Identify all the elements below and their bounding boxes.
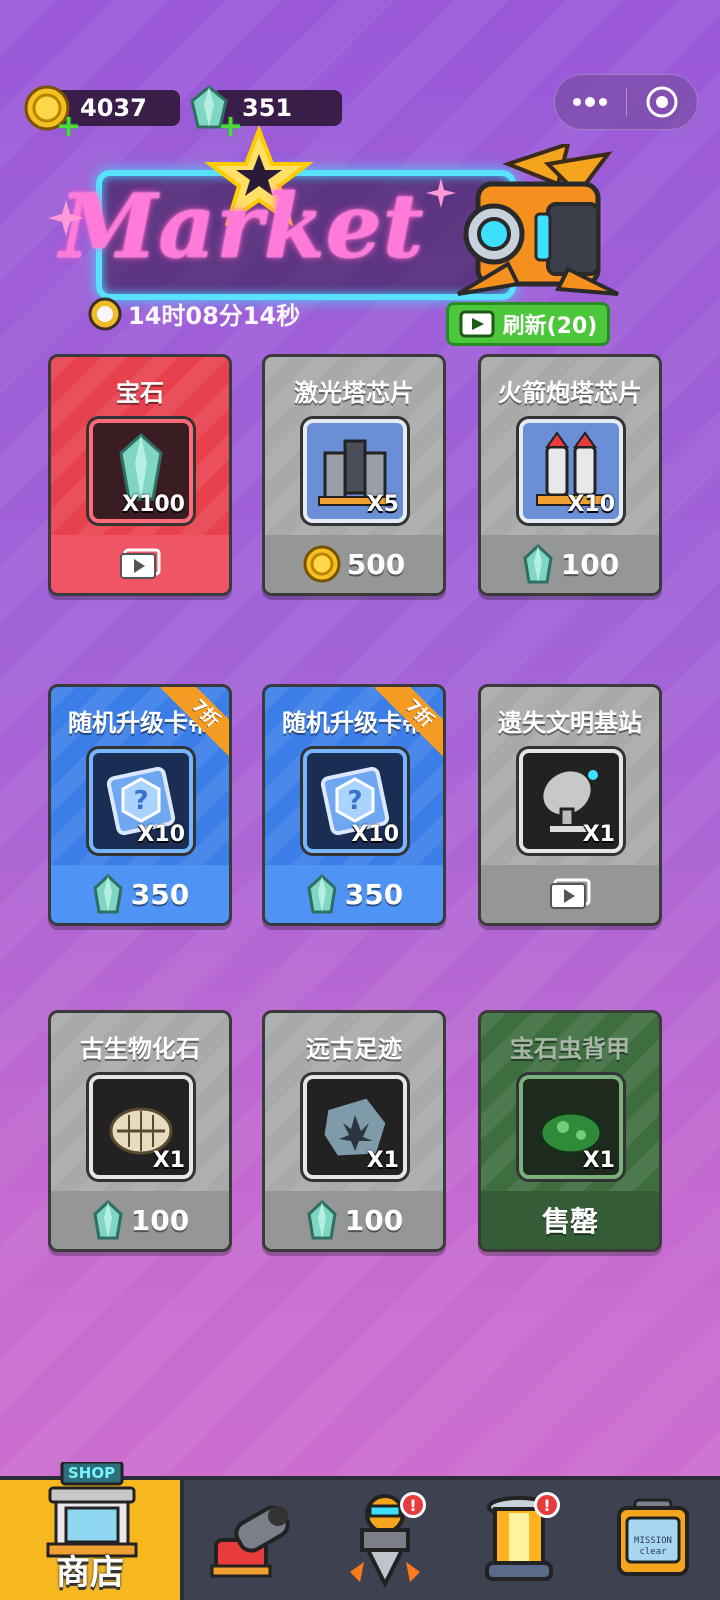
gem-price-icon [93, 874, 123, 914]
tower-alert-badge: ! [534, 1492, 560, 1518]
add-gems-icon[interactable]: + [218, 112, 243, 142]
clock-icon [88, 297, 122, 330]
item-buy-button[interactable]: 100 [481, 535, 659, 593]
more-button[interactable] [555, 75, 626, 129]
item-slot: X1 [519, 1075, 623, 1179]
item-buy-button[interactable] [481, 865, 659, 923]
item-price: 500 [346, 547, 406, 581]
refresh-timer: 14时08分14秒 [88, 296, 300, 331]
gem-price-icon [93, 1200, 123, 1240]
gem-price-icon [307, 1200, 337, 1240]
miniprogram-capsule [554, 74, 698, 130]
refresh-label: 刷新(20) [502, 314, 598, 339]
item-price: 100 [560, 547, 620, 581]
item-slot: ? X10 [303, 749, 407, 853]
item-buy-button[interactable]: 100 [51, 1191, 229, 1249]
target-close-icon [646, 86, 678, 118]
item-quantity: X1 [152, 1148, 185, 1173]
more-dots-icon [573, 97, 608, 107]
tab-drill[interactable]: ! [318, 1480, 452, 1600]
item-price: 100 [344, 1203, 404, 1237]
tab-turret[interactable] [184, 1480, 318, 1600]
bottom-nav: SHOP 商店 ! ! MISSION clear [0, 1462, 720, 1600]
item-buy-button[interactable] [51, 535, 229, 593]
item-price: 100 [130, 1203, 190, 1237]
shop-item-card[interactable]: 宝石虫背甲 X1 售罄 [478, 1010, 662, 1252]
item-title: 宝石 [116, 379, 164, 407]
item-slot: X1 [519, 749, 623, 853]
item-slot: X1 [89, 1075, 193, 1179]
timer-text: 14时08分14秒 [128, 302, 301, 330]
item-slot: X100 [89, 419, 193, 523]
shop-item-card[interactable]: 远古足迹 X1 100 [262, 1010, 446, 1252]
shop-sign-text: SHOP [68, 1464, 116, 1482]
sold-out-label: 售罄 [541, 1205, 598, 1238]
shop-item-card[interactable]: 古生物化石 X1 100 [48, 1010, 232, 1252]
close-miniprogram-button[interactable] [627, 75, 698, 129]
shop-item-card[interactable]: 随机升级卡帯? X10 350 7折 [48, 684, 232, 926]
shop-item-card[interactable]: 激光塔芯片 X5 500 [262, 354, 446, 596]
shop-item-card[interactable]: 宝石 X100 [48, 354, 232, 596]
coin-price-icon [303, 545, 341, 583]
item-buy-button[interactable]: 350 [265, 865, 443, 923]
item-price: 350 [130, 877, 190, 911]
item-title: 古生物化石 [80, 1035, 200, 1063]
video-ad-icon [120, 548, 161, 579]
item-buy-button[interactable]: 350 [51, 865, 229, 923]
shop-item-card[interactable]: 随机升级卡帯? X10 350 7折 [262, 684, 446, 926]
market-logo-text: Market [60, 174, 425, 278]
item-quantity: X10 [351, 822, 399, 847]
add-coins-icon[interactable]: + [56, 112, 81, 142]
robot-mascot-icon [456, 144, 619, 296]
item-slot: ? X10 [89, 749, 193, 853]
tab-mission[interactable]: MISSION clear [586, 1480, 720, 1600]
coin-amount: 4037 [80, 94, 147, 122]
item-buy-button[interactable]: 100 [265, 1191, 443, 1249]
svg-text:?: ? [347, 786, 362, 816]
gem-price-icon [307, 874, 337, 914]
item-buy-button[interactable]: 500 [265, 535, 443, 593]
tab-tower[interactable]: ! [452, 1480, 586, 1600]
video-ad-icon [459, 310, 495, 338]
svg-text:?: ? [133, 786, 148, 816]
tab-shop-label: 商店 [56, 1553, 124, 1593]
item-quantity: X10 [137, 822, 185, 847]
item-quantity: X10 [567, 492, 615, 517]
drill-alert-badge: ! [400, 1492, 426, 1518]
item-buy-button[interactable]: 售罄 [481, 1191, 659, 1249]
item-title: 远古足迹 [306, 1035, 402, 1063]
item-title: 宝石虫背甲 [510, 1035, 630, 1063]
item-title: 火箭炮塔芯片 [498, 379, 642, 407]
gem-counter[interactable]: + 351 [186, 85, 342, 142]
item-title: 激光塔芯片 [294, 379, 414, 407]
sparkle-icon [48, 200, 84, 236]
shop-item-card[interactable]: 火箭炮塔芯片 X10 100 [478, 354, 662, 596]
item-quantity: X1 [366, 1148, 399, 1173]
item-title: 遗失文明基站 [498, 709, 642, 737]
coin-counter[interactable]: + 4037 [24, 85, 180, 142]
video-ad-icon [550, 878, 591, 909]
item-slot: X10 [519, 419, 623, 523]
item-quantity: X100 [122, 492, 185, 517]
item-slot: X1 [303, 1075, 407, 1179]
item-quantity: X1 [582, 822, 615, 847]
refresh-button[interactable]: 刷新(20) [446, 302, 610, 346]
tab-shop[interactable]: SHOP 商店 [0, 1462, 184, 1600]
gem-price-icon [523, 544, 553, 584]
item-quantity: X5 [366, 492, 399, 517]
shop-item-card[interactable]: 遗失文明基站 X1 [478, 684, 662, 926]
gem-amount: 351 [242, 94, 293, 122]
item-price: 350 [344, 877, 404, 911]
item-quantity: X1 [582, 1148, 615, 1173]
mission-clear-text: MISSION clear [634, 1536, 672, 1557]
watch-ad-button[interactable] [549, 878, 591, 910]
watch-ad-button[interactable] [119, 548, 161, 580]
cannon-icon [210, 1505, 290, 1578]
item-slot: X5 [303, 419, 407, 523]
